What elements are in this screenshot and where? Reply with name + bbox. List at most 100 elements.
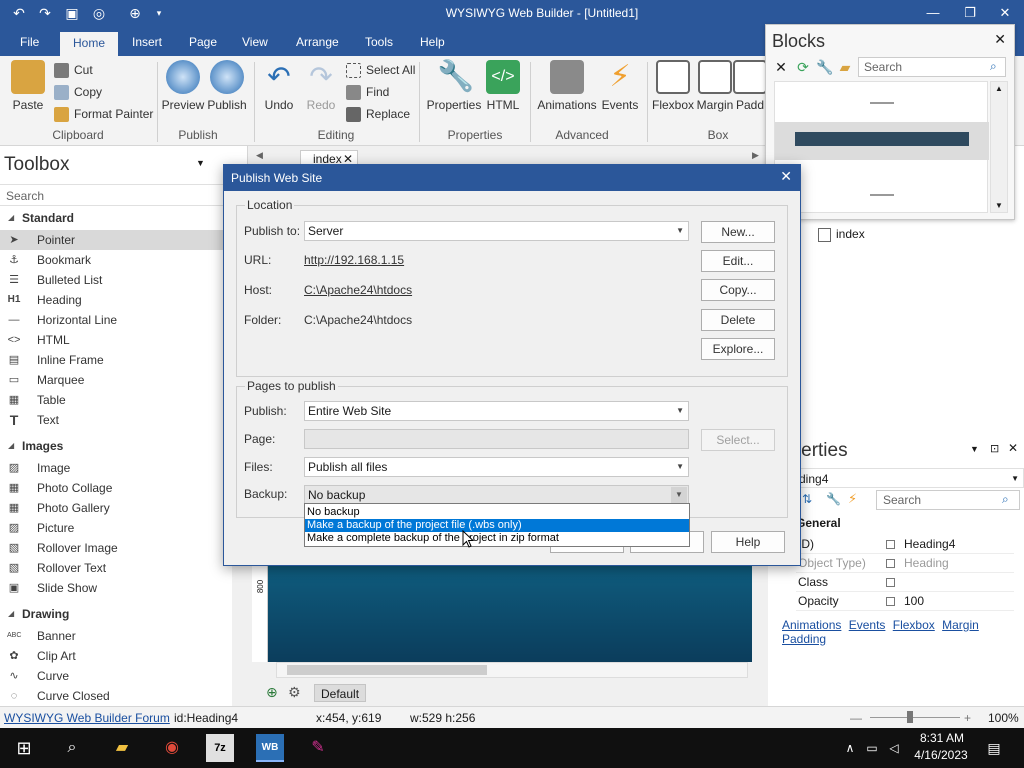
explore-button[interactable]: Explore... (701, 338, 775, 360)
tool-photo-collage[interactable]: ▦ Photo Collage (0, 478, 232, 498)
tool-slide-show[interactable]: ▣ Slide Show (0, 578, 232, 598)
notifications-icon[interactable]: ▤ (980, 734, 1008, 762)
backup-option-zip[interactable]: Make a complete backup of the project in… (305, 532, 689, 545)
tool-text[interactable]: T Text (0, 410, 232, 430)
events-button[interactable]: ⚡ Events (598, 60, 642, 112)
property-row[interactable]: Object Type) Heading (796, 554, 1014, 573)
scroll-down-icon[interactable]: ▼ (995, 201, 1003, 210)
tool-bookmark[interactable]: ⚓ Bookmark (0, 250, 232, 270)
files-select[interactable]: Publish all files ▼ (304, 457, 689, 477)
tool-clip-art[interactable]: ✿ Clip Art (0, 646, 232, 666)
tool-horizontal-line[interactable]: — Horizontal Line (0, 310, 232, 330)
lightning-icon[interactable]: ⚡ (848, 491, 857, 507)
volume-icon[interactable]: ◁ (880, 734, 908, 762)
tree-item-index[interactable]: index (818, 226, 865, 242)
tab-arrange[interactable]: Arrange (288, 28, 347, 56)
tool-inline-frame[interactable]: ▤ Inline Frame (0, 350, 232, 370)
restore-button[interactable]: ❐ (953, 2, 987, 24)
format-painter-button[interactable]: Format Painter (54, 104, 153, 124)
refresh-icon[interactable]: ⟳ (794, 58, 812, 76)
edit-button[interactable]: Edit... (701, 250, 775, 272)
padding-button[interactable]: Padd (732, 60, 768, 112)
close-button[interactable]: ✕ (988, 2, 1022, 24)
block-thumbnail[interactable] (775, 90, 989, 118)
tab-view[interactable]: View (234, 28, 276, 56)
add-breakpoint-icon[interactable]: ⊕ (266, 684, 278, 701)
toolbox-scrollbar[interactable] (232, 552, 248, 706)
block-thumbnail[interactable] (775, 182, 989, 210)
tab-scroll-right-icon[interactable]: ▶ (752, 150, 759, 161)
search-icon[interactable]: ⌕ (58, 734, 86, 762)
publish-scope-select[interactable]: Entire Web Site ▼ (304, 401, 689, 421)
link-padding[interactable]: Padding (782, 632, 826, 646)
delete-button[interactable]: Delete (701, 309, 775, 331)
minimize-button[interactable]: — (916, 2, 950, 24)
select-button[interactable]: Select... (701, 429, 775, 451)
tool-photo-gallery[interactable]: ▦ Photo Gallery (0, 498, 232, 518)
chrome-icon[interactable]: ◉ (158, 734, 186, 762)
tool-html[interactable]: <> HTML (0, 330, 232, 350)
scroll-thumb[interactable] (287, 665, 487, 675)
link-flexbox[interactable]: Flexbox (893, 618, 935, 632)
replace-button[interactable]: Replace (346, 104, 410, 124)
breakpoint-settings-icon[interactable]: ⚙ (288, 684, 301, 701)
block-thumbnail[interactable] (775, 122, 989, 160)
blocks-scrollbar[interactable]: ▲ ▼ (990, 81, 1008, 213)
tab-help[interactable]: Help (412, 28, 453, 56)
host-value[interactable]: C:\Apache24\htdocs (304, 283, 412, 297)
tool-bulleted-list[interactable]: ☰ Bulleted List (0, 270, 232, 290)
windows-start-icon[interactable]: ⊞ (10, 734, 38, 762)
copy-button[interactable]: Copy... (701, 279, 775, 301)
cut-button[interactable]: Cut (54, 60, 93, 80)
7zip-icon[interactable]: 7z (206, 734, 234, 762)
wrench-icon[interactable]: 🔧 (816, 58, 834, 76)
paste-button[interactable]: Paste (2, 60, 54, 112)
tab-scroll-left-icon[interactable]: ◀ (256, 150, 263, 161)
category-drawing[interactable]: Drawing (0, 604, 232, 624)
redo-button[interactable]: ↷ Redo (298, 60, 344, 112)
blocks-list[interactable] (774, 81, 989, 213)
html-button[interactable]: </> HTML (480, 60, 526, 112)
animations-button[interactable]: Animations (534, 60, 600, 112)
undo-button[interactable]: ↶ Undo (256, 60, 302, 112)
properties-search-input[interactable]: Search (876, 490, 1020, 510)
tab-insert[interactable]: Insert (124, 28, 170, 56)
publish-to-select[interactable]: Server ▼ (304, 221, 689, 241)
zoom-slider-thumb[interactable] (907, 711, 913, 723)
wrench-icon[interactable]: 🔧 (826, 492, 841, 506)
properties-button[interactable]: 🔧 Properties (424, 60, 484, 112)
blocks-search-input[interactable]: Search (858, 57, 1006, 77)
pin-icon[interactable]: ⊡ (990, 442, 999, 455)
search-icon[interactable]: ⌕ (990, 59, 997, 74)
tool-heading[interactable]: H1 Heading (0, 290, 232, 310)
category-standard[interactable]: Standard (0, 208, 232, 228)
clock-time[interactable]: 8:31 AM (912, 731, 972, 745)
tool-curve[interactable]: ∿ Curve (0, 666, 232, 686)
new-button[interactable]: New... (701, 221, 775, 243)
horizontal-scrollbar[interactable] (276, 662, 748, 678)
link-margin[interactable]: Margin (942, 618, 979, 632)
backup-option-none[interactable]: No backup (305, 506, 689, 519)
toolbox-search-input[interactable]: Search (0, 184, 248, 206)
flexbox-button[interactable]: Flexbox (650, 60, 696, 112)
add-folder-icon[interactable]: ▰ (836, 58, 854, 76)
property-row[interactable]: Class (796, 573, 1014, 592)
zoom-slider[interactable] (870, 717, 960, 718)
backup-select[interactable]: No backup ▼ (304, 485, 689, 505)
toolbox-menu-icon[interactable]: ▼ (196, 158, 205, 168)
tool-picture[interactable]: ▨ Picture (0, 518, 232, 538)
page-canvas[interactable] (268, 562, 752, 662)
forum-link[interactable]: WYSIWYG Web Builder Forum (4, 711, 170, 725)
find-button[interactable]: Find (346, 82, 389, 102)
object-selector[interactable]: ding4 ▼ (796, 468, 1024, 488)
category-images[interactable]: Images (0, 436, 232, 456)
backup-option-project-file[interactable]: Make a backup of the project file (.wbs … (305, 519, 689, 532)
publish-button[interactable]: Publish (204, 60, 250, 112)
select-all-button[interactable]: Select All (346, 60, 415, 80)
layout-default-button[interactable]: Default (314, 684, 367, 702)
panel-menu-icon[interactable]: ▼ (970, 444, 979, 454)
tool-curve-closed[interactable]: ◌ Curve Closed (0, 686, 232, 706)
link-animations[interactable]: Animations (782, 618, 841, 632)
delete-icon[interactable]: ✕ (772, 58, 790, 76)
file-explorer-icon[interactable]: ▰ (108, 734, 136, 762)
